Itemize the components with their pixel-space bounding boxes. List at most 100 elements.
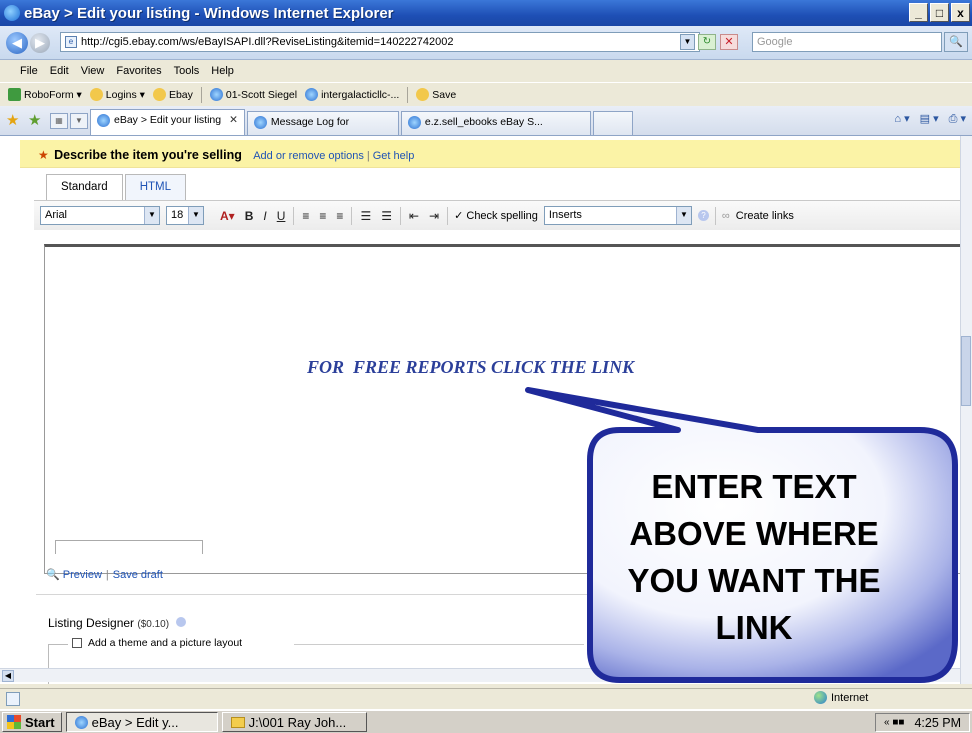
divider [293,206,295,225]
get-help-link[interactable]: Get help [373,150,415,162]
preview-link[interactable]: Preview [63,569,102,581]
link-label: intergalacticllc-... [321,88,400,101]
underline-button[interactable]: U [275,209,288,223]
describe-header: ★ Describe the item you're selling Add o… [20,140,960,168]
globe-icon [814,691,827,704]
outdent-icon[interactable]: ⇤ [407,209,421,223]
new-tab[interactable] [592,111,633,135]
link-intergalactic[interactable]: intergalacticllc-... [305,88,399,101]
help-icon[interactable]: ? [697,210,709,221]
tab-edit-listing[interactable]: eBay > Edit your listing ✕ [90,109,245,135]
save-draft-link[interactable]: Save draft [113,569,163,581]
size-select[interactable]: 18 ▼ [166,206,204,225]
editor-text: FOR FREE REPORTS CLICK THE LINK [307,357,635,377]
ie-icon [97,114,110,127]
link-save[interactable]: Save [416,88,456,101]
font-color-icon[interactable]: A▾ [218,209,237,223]
home-icon[interactable]: ⌂ ▾ [894,112,909,126]
minimize-button[interactable]: _ [909,3,928,22]
link-icon: ∞ [721,209,730,222]
indent-icon[interactable]: ⇥ [427,209,441,223]
editor-resize-box [55,540,203,554]
link-label: 01-Scott Siegel [225,88,298,101]
divider [200,86,202,103]
page-icon: e [65,36,77,48]
menu-bar: File Edit View Favorites Tools Help [0,60,972,82]
listing-designer-price: ($0.10) [137,619,170,630]
check-spelling-label: Check spelling [466,210,538,222]
tab-message-log[interactable]: Message Log for [246,111,399,135]
stop-button[interactable]: ✕ [720,34,738,50]
scroll-left-icon[interactable]: ◀ [2,670,14,682]
inserts-select[interactable]: Inserts ▼ [543,206,692,225]
window-title: eBay > Edit your listing - Windows Inter… [24,4,394,22]
close-button[interactable]: x [951,3,970,22]
link-roboform[interactable]: RoboForm ▾ [8,88,82,101]
numbered-list-icon[interactable]: ☰ [379,209,394,223]
add-favorite-icon[interactable]: ★ [28,113,44,129]
folder-icon [89,88,103,101]
link-logins[interactable]: Logins ▾ [89,88,145,101]
link-scott-siegel[interactable]: 01-Scott Siegel [209,88,298,101]
address-dropdown[interactable]: ▼ [680,34,695,50]
theme-checkbox[interactable] [72,638,82,648]
align-right-icon[interactable]: ≡ [334,209,345,223]
divider [407,86,409,103]
help-icon[interactable] [176,617,187,627]
tab-label: eBay > Edit your listing [114,114,222,126]
tab-list-icon[interactable]: ▼ [70,113,88,129]
maximize-button[interactable]: □ [930,3,949,22]
quick-tabs-icon[interactable]: ▦ [50,113,68,129]
add-remove-options-link[interactable]: Add or remove options [253,150,364,162]
create-links-button[interactable]: Create links [736,210,794,222]
link-ebay[interactable]: Ebay [152,88,193,101]
tab-html[interactable]: HTML [124,174,186,200]
menu-file[interactable]: File [20,65,38,77]
feeds-icon[interactable]: ▤ ▾ [920,112,939,126]
tab-standard[interactable]: Standard [46,174,123,202]
italic-button[interactable]: I [261,209,268,223]
address-row: ◀ ▶ e http://cgi5.ebay.com/ws/eBayISAPI.… [0,26,972,60]
folder-icon [152,88,166,101]
tray-icons[interactable]: « ■■ [884,717,904,728]
ie-icon [74,715,88,729]
tab-ez-sell[interactable]: e.z.sell_ebooks eBay S... [400,111,591,135]
search-input[interactable]: Google [752,32,942,52]
menu-favorites[interactable]: Favorites [116,65,161,77]
callout-line: ABOVE WHERE [629,515,879,552]
menu-view[interactable]: View [81,65,105,77]
start-button[interactable]: Start [2,712,62,732]
taskbar-item-ebay[interactable]: eBay > Edit y... [65,712,218,732]
address-field[interactable]: e http://cgi5.ebay.com/ws/eBayISAPI.dll?… [60,32,700,52]
task-label: J:\001 Ray Joh... [248,714,347,730]
ie-icon [4,5,20,21]
bullet-list-icon[interactable]: ☰ [358,209,373,223]
taskbar-item-folder[interactable]: J:\001 Ray Joh... [221,712,367,732]
align-left-icon[interactable]: ≡ [300,209,311,223]
font-value: Arial [45,209,68,221]
print-icon[interactable]: ⎙ ▾ [949,112,966,126]
folder-icon [416,88,430,101]
divider [351,206,353,225]
theme-option[interactable]: Add a theme and a picture layout [72,637,242,649]
bold-button[interactable]: B [243,209,256,223]
ie-icon [407,116,421,129]
theme-option-label: Add a theme and a picture layout [88,637,243,649]
menu-help[interactable]: Help [211,65,234,77]
favorites-star-icon[interactable]: ★ [6,113,22,129]
align-center-icon[interactable]: ≡ [317,209,328,223]
font-select[interactable]: Arial ▼ [40,206,160,225]
link-label: Logins ▾ [105,88,145,101]
listing-designer-heading: Listing Designer ($0.10) [48,616,187,630]
back-button[interactable]: ◀ [6,31,28,54]
search-button[interactable]: 🔍 [944,32,968,52]
chevron-down-icon: ▼ [188,207,203,224]
callout-line: YOU WANT THE [627,562,881,599]
menu-edit[interactable]: Edit [50,65,69,77]
close-tab-icon[interactable]: ✕ [229,114,238,135]
menu-tools[interactable]: Tools [174,65,200,77]
roboform-icon [8,88,21,101]
forward-button[interactable]: ▶ [30,32,50,53]
check-spelling-button[interactable]: ✓ Check spelling [454,209,538,222]
refresh-button[interactable]: ↻ [698,34,716,50]
